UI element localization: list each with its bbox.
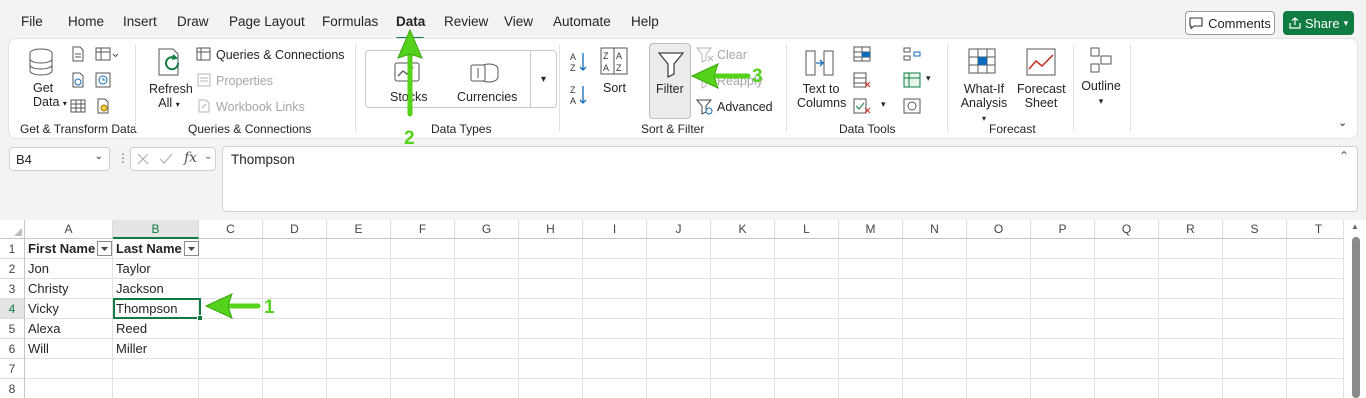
callout-number-2: 2 bbox=[404, 128, 415, 149]
arrow-2 bbox=[397, 28, 423, 117]
arrow-1 bbox=[204, 293, 261, 319]
callout-number-1: 1 bbox=[264, 297, 275, 318]
arrow-3 bbox=[690, 63, 751, 89]
callout-number-3: 3 bbox=[752, 66, 763, 87]
annotation-overlay bbox=[204, 28, 751, 319]
